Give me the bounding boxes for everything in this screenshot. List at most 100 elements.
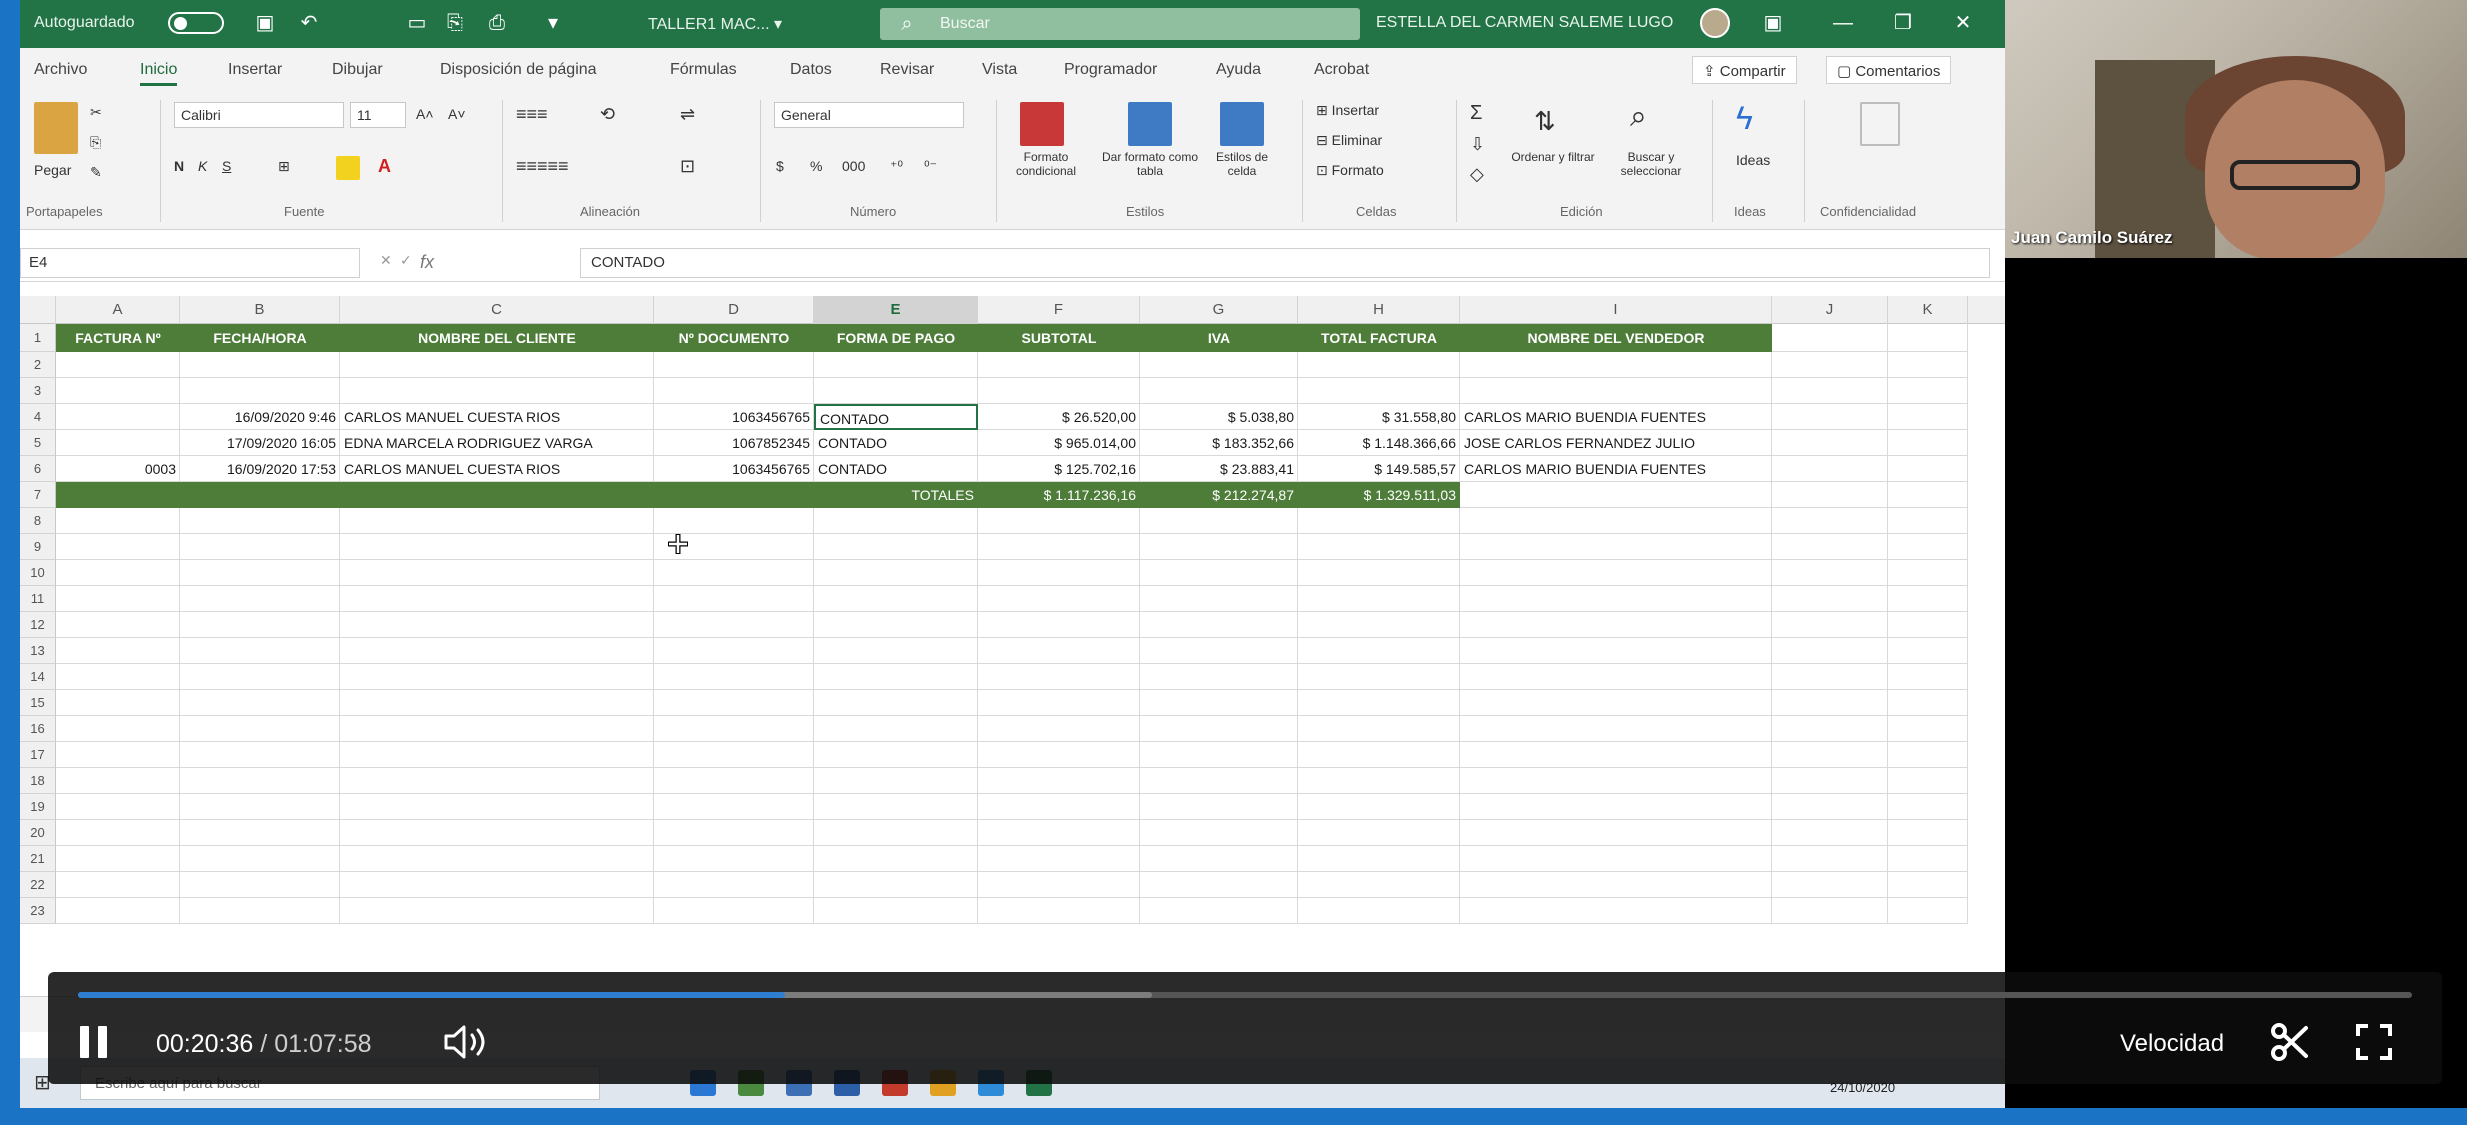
tab-vista[interactable]: Vista — [982, 61, 1017, 79]
decimal-decrease-icon[interactable]: ⁰⁻ — [924, 158, 937, 175]
table-data-cell[interactable]: 1067852345 — [654, 430, 814, 456]
table-data-cell[interactable]: $ 149.585,57 — [1298, 456, 1460, 482]
formula-input[interactable]: CONTADO — [580, 248, 1990, 278]
column-header-j[interactable]: J — [1772, 296, 1888, 324]
borders-icon[interactable]: ⊞ — [278, 158, 290, 175]
insert-function-icon[interactable]: fx — [420, 252, 434, 273]
row-header[interactable]: 20 — [20, 820, 56, 846]
row-header[interactable]: 18 — [20, 768, 56, 794]
clip-scissors-icon[interactable] — [2270, 1022, 2310, 1062]
shrink-font-icon[interactable]: A˅ — [448, 106, 466, 122]
underline-icon[interactable]: S — [222, 158, 231, 174]
tab-revisar[interactable]: Revisar — [880, 61, 934, 79]
totals-value-cell[interactable]: $ 1.329.511,03 — [1298, 482, 1460, 508]
close-icon[interactable]: ✕ — [1950, 10, 1976, 36]
number-format-select[interactable]: General — [774, 102, 964, 128]
row-header[interactable]: 2 — [20, 352, 56, 378]
table-data-cell[interactable]: $ 26.520,00 — [978, 404, 1140, 430]
column-header-i[interactable]: I — [1460, 296, 1772, 324]
column-header-e[interactable]: E — [814, 296, 978, 324]
ideas-icon[interactable]: ϟ — [1736, 100, 1753, 137]
fill-color-icon[interactable] — [336, 156, 360, 180]
tab-formulas[interactable]: Fórmulas — [670, 61, 737, 79]
row-header[interactable]: 11 — [20, 586, 56, 612]
currency-icon[interactable]: $ — [776, 158, 784, 174]
wrap-text-icon[interactable]: ⇌ — [680, 104, 695, 125]
table-data-cell[interactable]: CONTADO — [814, 430, 978, 456]
row-header[interactable]: 15 — [20, 690, 56, 716]
row-header[interactable]: 10 — [20, 560, 56, 586]
table-header-cell[interactable]: NOMBRE DEL CLIENTE — [340, 324, 654, 352]
save-icon[interactable]: ▣ — [252, 10, 278, 36]
share-button[interactable]: ⇪ Compartir — [1692, 56, 1797, 84]
table-header-cell[interactable]: SUBTOTAL — [978, 324, 1140, 352]
table-data-cell[interactable]: 1063456765 — [654, 404, 814, 430]
cut-icon[interactable]: ✂ — [90, 104, 102, 121]
table-header-cell[interactable]: Nº DOCUMENTO — [654, 324, 814, 352]
autosum-icon[interactable]: Σ — [1470, 102, 1482, 125]
table-header-cell[interactable]: FORMA DE PAGO — [814, 324, 978, 352]
row-header[interactable]: 9 — [20, 534, 56, 560]
row-header[interactable]: 22 — [20, 872, 56, 898]
column-header-b[interactable]: B — [180, 296, 340, 324]
table-data-cell[interactable]: 16/09/2020 9:46 — [180, 404, 340, 430]
table-data-cell[interactable]: 1063456765 — [654, 456, 814, 482]
cell-styles-icon[interactable] — [1220, 102, 1264, 146]
table-data-cell[interactable]: CARLOS MANUEL CUESTA RIOS — [340, 404, 654, 430]
column-header-k[interactable]: K — [1888, 296, 1968, 324]
avatar[interactable] — [1700, 8, 1730, 38]
comments-button[interactable]: ▢ Comentarios — [1826, 56, 1952, 84]
find-select-label[interactable]: Buscar y seleccionar — [1606, 150, 1696, 178]
table-data-cell[interactable] — [56, 430, 180, 456]
column-header-d[interactable]: D — [654, 296, 814, 324]
restore-icon[interactable]: ❐ — [1890, 10, 1916, 36]
table-data-cell[interactable]: 0003 — [56, 456, 180, 482]
row-header[interactable]: 19 — [20, 794, 56, 820]
copy-icon[interactable]: ⎘ — [90, 134, 101, 151]
table-data-cell[interactable]: JOSE CARLOS FERNANDEZ JULIO — [1460, 430, 1772, 456]
cell-styles-label[interactable]: Estilos de celda — [1202, 150, 1282, 178]
paste-icon[interactable] — [34, 102, 78, 154]
search-box[interactable]: ⌕ Buscar — [880, 8, 1360, 40]
insert-cells-button[interactable]: ⊞ Insertar — [1316, 102, 1379, 119]
row-header[interactable]: 13 — [20, 638, 56, 664]
merge-center-icon[interactable]: ⊡ — [680, 156, 695, 177]
table-header-cell[interactable]: NOMBRE DEL VENDEDOR — [1460, 324, 1772, 352]
font-name-select[interactable]: Calibri — [174, 102, 344, 128]
tab-datos[interactable]: Datos — [790, 61, 832, 79]
format-cells-button[interactable]: ⊡ Formato — [1316, 162, 1384, 179]
select-all-corner[interactable] — [20, 296, 56, 324]
table-header-cell[interactable]: TOTAL FACTURA — [1298, 324, 1460, 352]
enter-icon[interactable]: ✓ — [400, 252, 412, 269]
row-header[interactable]: 7 — [20, 482, 56, 508]
tab-disposicion[interactable]: Disposición de página — [440, 61, 597, 79]
open-icon[interactable]: ⎘ — [442, 10, 468, 36]
sort-filter-label[interactable]: Ordenar y filtrar — [1510, 150, 1596, 164]
totals-value-cell[interactable]: $ 212.274,87 — [1140, 482, 1298, 508]
column-header-a[interactable]: A — [56, 296, 180, 324]
delete-cells-button[interactable]: ⊟ Eliminar — [1316, 132, 1382, 149]
format-table-label[interactable]: Dar formato como tabla — [1100, 150, 1200, 178]
fill-icon[interactable]: ⇩ — [1470, 134, 1485, 155]
user-name[interactable]: ESTELLA DEL CARMEN SALEME LUGO — [1376, 14, 1673, 32]
table-data-cell[interactable]: $ 125.702,16 — [978, 456, 1140, 482]
row-header[interactable]: 14 — [20, 664, 56, 690]
table-header-cell[interactable]: FACTURA Nº — [56, 324, 180, 352]
totals-value-cell[interactable]: $ 1.117.236,16 — [978, 482, 1140, 508]
cancel-icon[interactable]: ✕ — [380, 252, 392, 269]
speed-button[interactable]: Velocidad — [2120, 1030, 2224, 1058]
percent-icon[interactable]: % — [810, 158, 822, 174]
name-box[interactable]: E4 — [20, 248, 360, 278]
row-header[interactable]: 5 — [20, 430, 56, 456]
conditional-format-label[interactable]: Formato condicional — [996, 150, 1096, 178]
ideas-label[interactable]: Ideas — [1736, 152, 1770, 168]
quick-access-icon[interactable]: ▭ — [404, 10, 430, 36]
format-table-icon[interactable] — [1128, 102, 1172, 146]
table-data-cell[interactable]: 17/09/2020 16:05 — [180, 430, 340, 456]
italic-icon[interactable]: K — [198, 158, 207, 174]
tab-acrobat[interactable]: Acrobat — [1314, 61, 1369, 79]
tab-programador[interactable]: Programador — [1064, 61, 1157, 79]
font-size-select[interactable]: 11 — [350, 102, 406, 128]
customize-icon[interactable]: ▾ — [540, 10, 566, 36]
row-header[interactable]: 1 — [20, 324, 56, 352]
